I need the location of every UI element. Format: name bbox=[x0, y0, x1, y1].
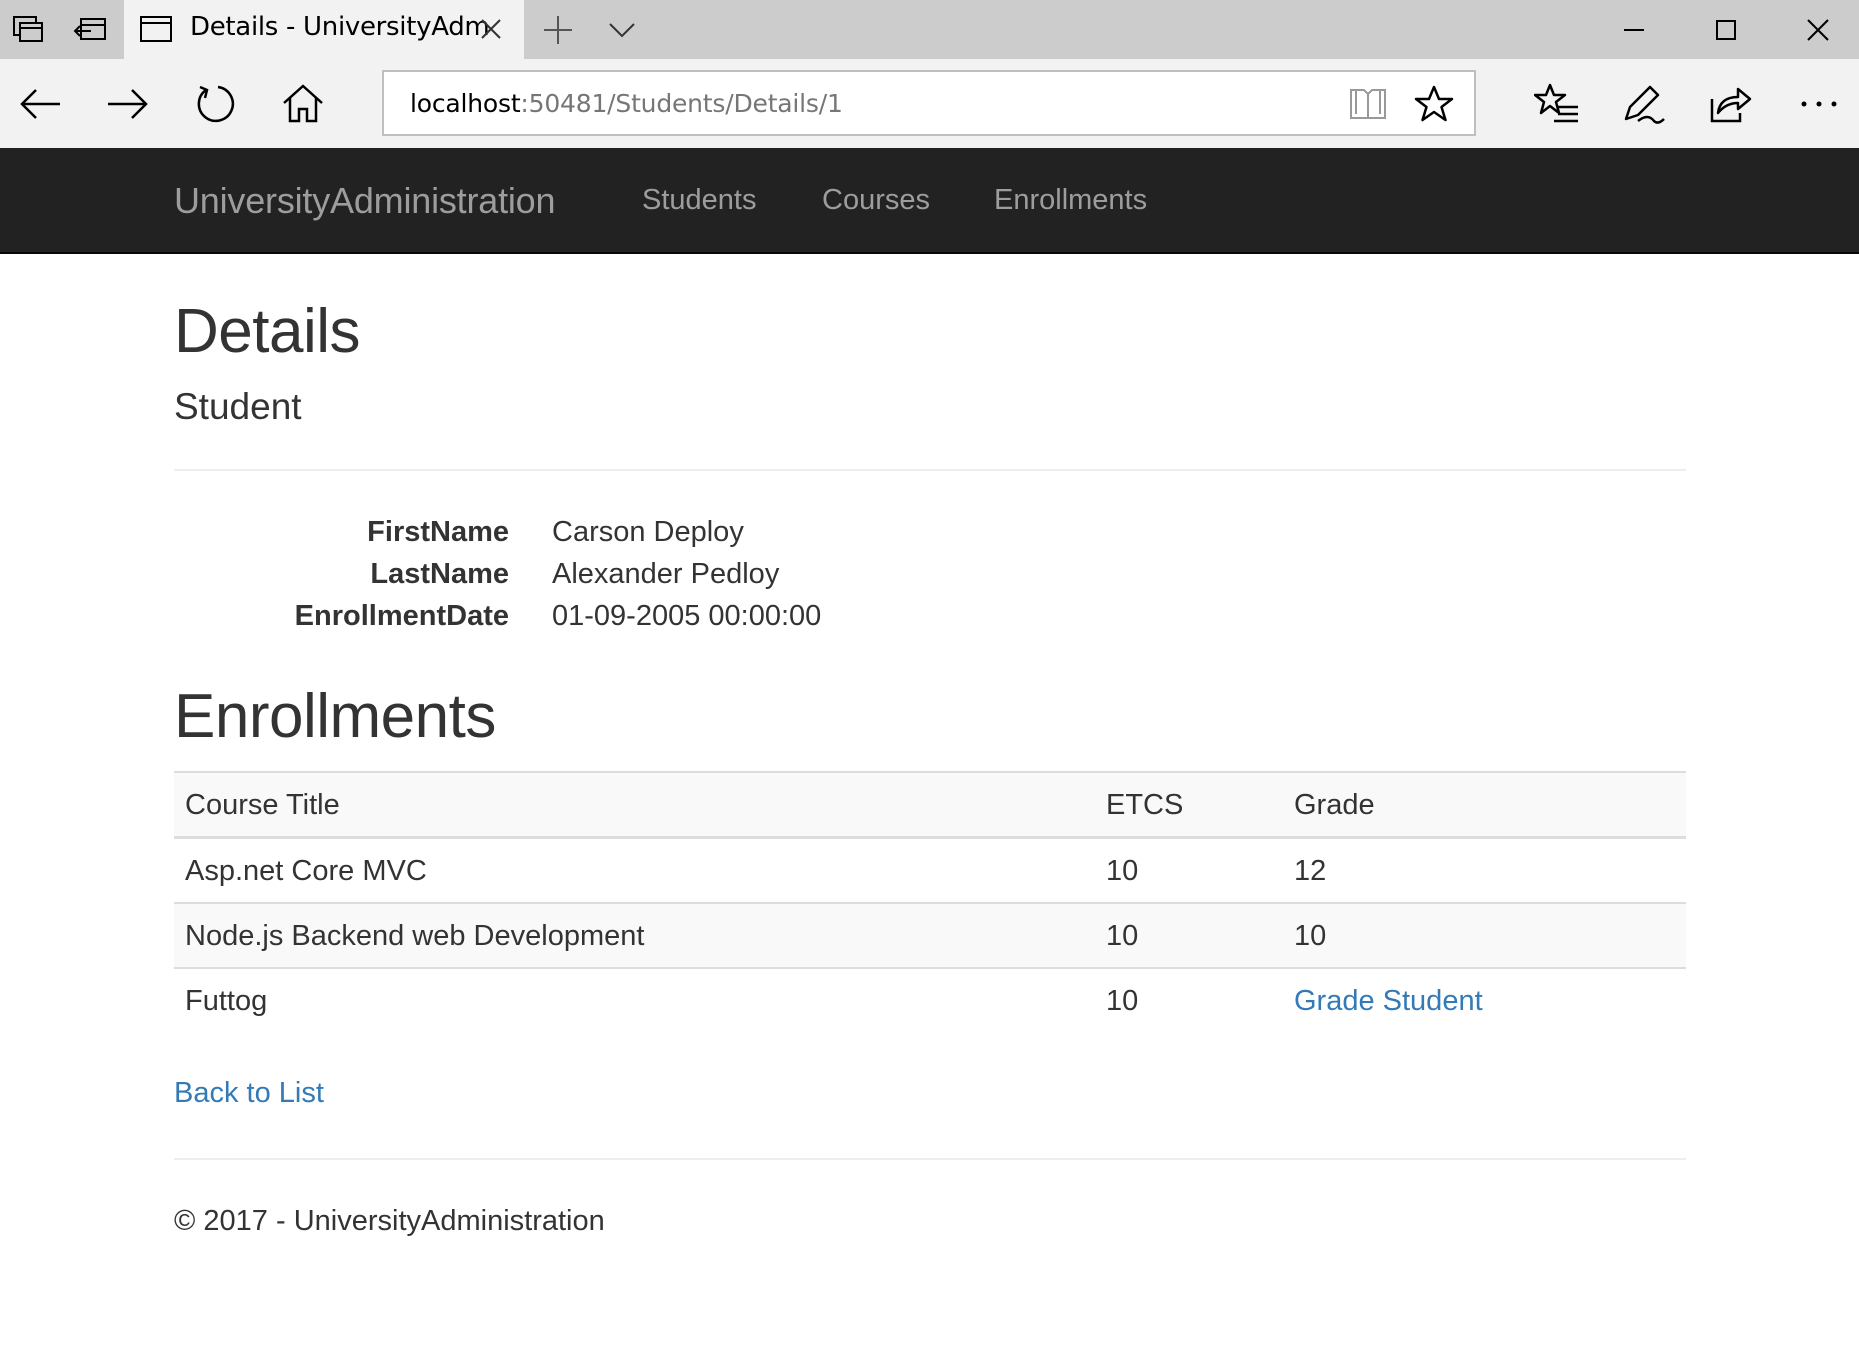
footer-divider bbox=[174, 1158, 1686, 1160]
course-title-cell: Futtog bbox=[185, 985, 268, 1017]
tab-title: Details - UniversityAdm bbox=[190, 12, 490, 42]
set-tabs-aside-icon[interactable] bbox=[72, 12, 108, 48]
field-value-lastname: Alexander Pedloy bbox=[552, 558, 780, 590]
nav-link-enrollments[interactable]: Enrollments bbox=[994, 184, 1147, 217]
page-title: Details bbox=[174, 297, 361, 366]
new-tab-icon[interactable] bbox=[540, 12, 576, 48]
footer-copyright: © 2017 - UniversityAdministration bbox=[174, 1205, 605, 1237]
web-note-pen-icon[interactable] bbox=[1620, 81, 1666, 127]
url-host: localhost bbox=[410, 89, 521, 118]
field-label-lastname: LastName bbox=[370, 558, 509, 590]
course-title-cell: Node.js Backend web Development bbox=[185, 920, 645, 952]
browser-tab-bar: Details - UniversityAdm bbox=[0, 0, 1859, 59]
close-tab-icon[interactable] bbox=[476, 14, 506, 44]
table-header-row: Course Title ETCS Grade bbox=[174, 771, 1686, 838]
maximize-icon[interactable] bbox=[1708, 12, 1744, 48]
url-path: :50481/Students/Details/1 bbox=[520, 89, 843, 118]
browser-toolbar: localhost:50481/Students/Details/1 bbox=[0, 59, 1859, 149]
back-to-list-link[interactable]: Back to List bbox=[174, 1077, 324, 1110]
etcs-cell: 10 bbox=[1106, 985, 1139, 1017]
brand-link[interactable]: UniversityAdministration bbox=[174, 180, 556, 222]
nav-link-students[interactable]: Students bbox=[642, 184, 756, 217]
favorites-hub-icon[interactable] bbox=[1534, 81, 1580, 127]
divider bbox=[174, 469, 1686, 471]
share-icon[interactable] bbox=[1706, 81, 1752, 127]
site-navbar: UniversityAdministration Students Course… bbox=[0, 148, 1859, 254]
nav-link-courses[interactable]: Courses bbox=[822, 184, 930, 217]
forward-arrow-icon[interactable] bbox=[104, 81, 150, 127]
etcs-cell: 10 bbox=[1106, 920, 1139, 952]
course-title-cell: Asp.net Core MVC bbox=[185, 855, 427, 887]
field-value-firstname: Carson Deploy bbox=[552, 516, 744, 548]
enrollments-heading: Enrollments bbox=[174, 682, 496, 751]
url-text[interactable]: localhost:50481/Students/Details/1 bbox=[410, 89, 843, 118]
column-header-grade: Grade bbox=[1294, 789, 1375, 821]
browser-tab-active[interactable]: Details - UniversityAdm bbox=[124, 0, 524, 59]
grade-cell: 12 bbox=[1294, 855, 1327, 887]
table-row: Futtog 10 Grade Student bbox=[174, 967, 1686, 1032]
refresh-icon[interactable] bbox=[192, 81, 238, 127]
grade-student-link[interactable]: Grade Student bbox=[1294, 985, 1483, 1018]
address-bar[interactable]: localhost:50481/Students/Details/1 bbox=[382, 70, 1476, 136]
chevron-down-icon[interactable] bbox=[604, 12, 640, 48]
column-header-course-title: Course Title bbox=[185, 789, 340, 821]
field-label-firstname: FirstName bbox=[367, 516, 509, 548]
grade-cell: 10 bbox=[1294, 920, 1327, 952]
tab-set-aside-list-icon[interactable] bbox=[10, 12, 46, 48]
more-options-icon[interactable] bbox=[1796, 81, 1842, 127]
reading-view-icon[interactable] bbox=[1348, 86, 1388, 122]
column-header-etcs: ETCS bbox=[1106, 789, 1184, 821]
table-row: Node.js Backend web Development 10 10 bbox=[174, 902, 1686, 967]
add-favorite-star-icon[interactable] bbox=[1414, 84, 1454, 124]
home-icon[interactable] bbox=[280, 81, 326, 127]
field-label-enrollmentdate: EnrollmentDate bbox=[294, 600, 509, 632]
page-icon bbox=[140, 16, 172, 42]
etcs-cell: 10 bbox=[1106, 855, 1139, 887]
back-arrow-icon[interactable] bbox=[18, 81, 64, 127]
page-subtitle: Student bbox=[174, 386, 302, 427]
table-row: Asp.net Core MVC 10 12 bbox=[174, 837, 1686, 902]
minimize-icon[interactable] bbox=[1616, 12, 1652, 48]
close-window-icon[interactable] bbox=[1800, 12, 1836, 48]
field-value-enrollmentdate: 01-09-2005 00:00:00 bbox=[552, 600, 822, 632]
